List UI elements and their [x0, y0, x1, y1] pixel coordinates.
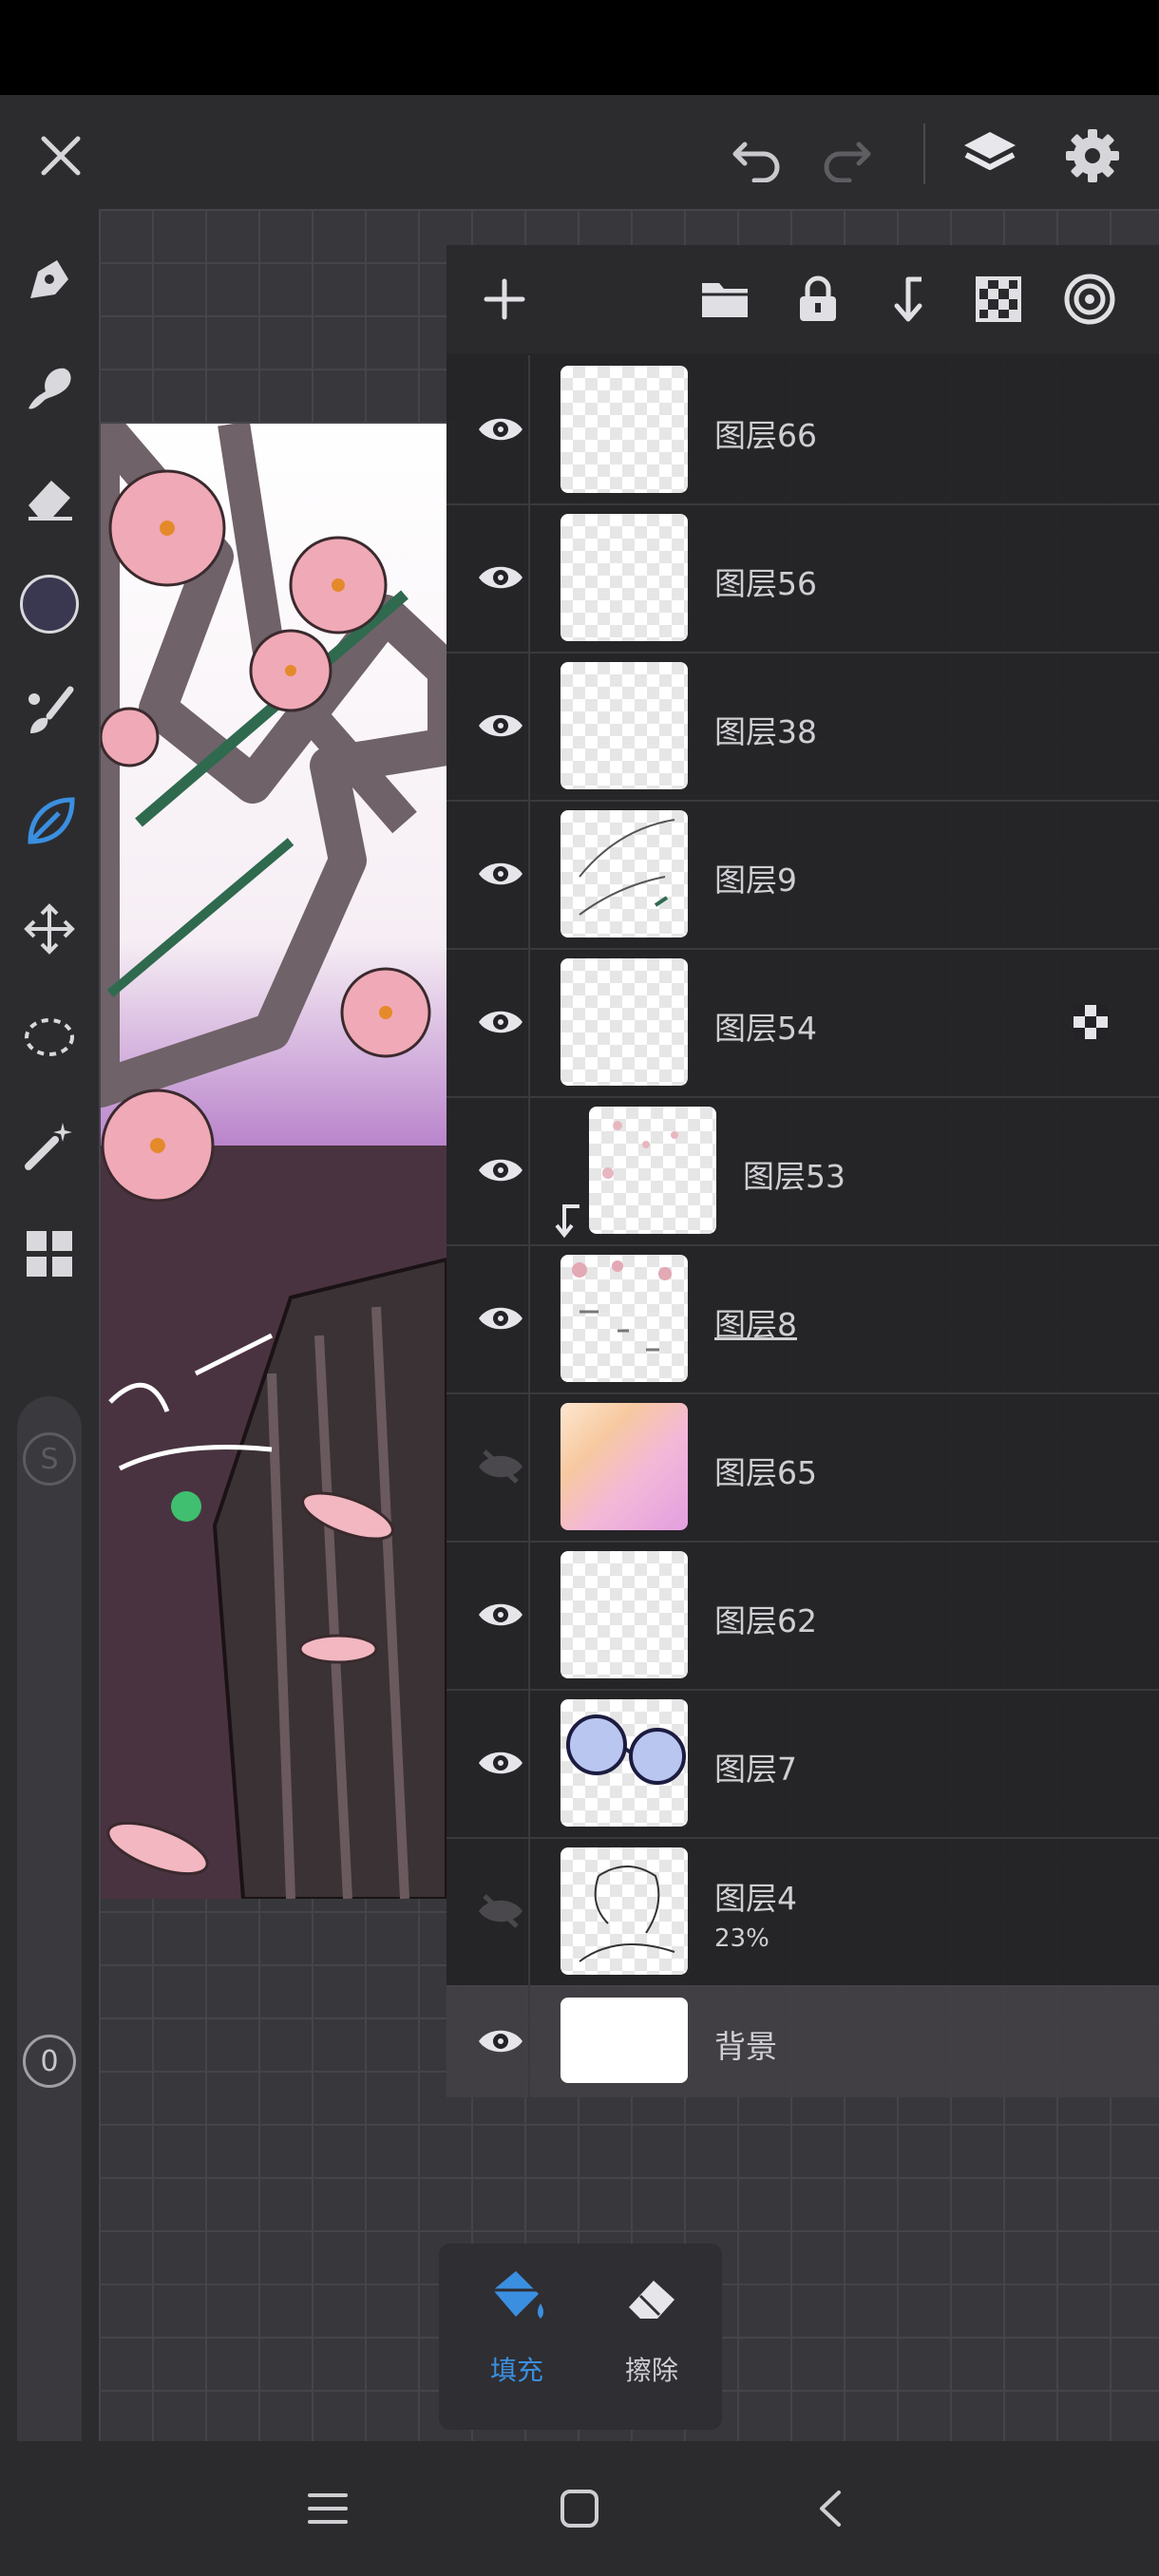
layer-thumbnail — [560, 662, 688, 789]
smudge-icon[interactable] — [13, 351, 86, 424]
lock-icon[interactable] — [785, 266, 851, 332]
opacity-slider[interactable] — [17, 1881, 82, 2511]
layer-name: 图层8 — [714, 1306, 797, 1343]
eye-icon[interactable] — [466, 542, 536, 613]
artwork-image — [101, 424, 446, 1899]
system-nav-bar — [0, 2441, 1159, 2576]
panel-column-divider — [528, 355, 530, 2097]
layer-thumbnail — [560, 1847, 688, 1975]
layers-panel-toolbar — [446, 245, 1159, 353]
eye-hidden-icon[interactable] — [466, 1876, 536, 1946]
back-icon[interactable] — [798, 2475, 864, 2542]
layer-thumbnail — [560, 1403, 688, 1530]
eye-icon[interactable] — [466, 2006, 536, 2076]
layer-thumbnail — [560, 1255, 688, 1382]
layer-name: 图层9 — [714, 862, 797, 899]
folder-icon[interactable] — [692, 266, 758, 332]
erase-label[interactable]: 擦除 — [625, 2350, 678, 2388]
layer-thumbnail — [589, 1107, 716, 1234]
layer-name: 图层66 — [714, 417, 817, 454]
eye-icon[interactable] — [466, 1283, 536, 1354]
pen-icon[interactable] — [13, 243, 86, 315]
layer-thumbnail — [560, 366, 688, 493]
size-slider-label: S — [17, 1427, 82, 1491]
opacity-slider-label: 0 — [17, 2029, 82, 2093]
lasso-icon[interactable] — [13, 1001, 86, 1073]
eraser-small-icon[interactable] — [616, 2264, 688, 2331]
layer-row[interactable]: 图层53 — [446, 1096, 1159, 1246]
layer-row[interactable]: 图层54 — [446, 948, 1159, 1098]
layer-row[interactable]: 背景 — [446, 1985, 1159, 2097]
eye-icon[interactable] — [466, 987, 536, 1057]
layer-thumbnail — [560, 958, 688, 1086]
layer-row[interactable]: 图层4 23% — [446, 1837, 1159, 1987]
alpha-lock-icon[interactable] — [1072, 1003, 1110, 1041]
eye-icon[interactable] — [466, 1580, 536, 1650]
eye-icon[interactable] — [466, 691, 536, 761]
move-icon[interactable] — [13, 893, 86, 965]
color-circle[interactable] — [13, 568, 86, 640]
layer-name: 背景 — [714, 2028, 777, 2065]
clipping-arrow-icon — [553, 1203, 583, 1241]
gear-icon[interactable] — [1053, 116, 1132, 196]
layer-name: 图层54 — [714, 1010, 817, 1047]
eye-icon[interactable] — [466, 394, 536, 464]
layers-icon[interactable] — [950, 116, 1030, 196]
undo-icon[interactable] — [716, 116, 796, 196]
leaf-icon[interactable] — [13, 785, 86, 857]
layer-row[interactable]: 图层65 — [446, 1392, 1159, 1543]
eye-icon[interactable] — [466, 1728, 536, 1798]
wand-icon[interactable] — [13, 1109, 86, 1182]
layer-row[interactable]: 图层7 — [446, 1689, 1159, 1839]
eye-icon[interactable] — [466, 839, 536, 909]
layer-row[interactable]: 图层8 — [446, 1244, 1159, 1394]
layer-thumbnail — [560, 1998, 688, 2083]
eye-icon[interactable] — [466, 1135, 536, 1205]
layer-row[interactable]: 图层62 — [446, 1541, 1159, 1691]
layer-row[interactable]: 图层38 — [446, 652, 1159, 802]
layer-name: 图层56 — [714, 565, 817, 602]
brush-icon[interactable] — [13, 676, 86, 748]
layer-opacity: 23% — [714, 1924, 770, 1953]
target-icon[interactable] — [1056, 266, 1123, 332]
merge-down-icon[interactable] — [874, 266, 940, 332]
status-bar — [0, 0, 1159, 95]
menu-icon[interactable] — [294, 2475, 361, 2542]
paint-bucket-icon[interactable] — [481, 2264, 553, 2331]
eraser-icon[interactable] — [13, 460, 86, 532]
checker-icon[interactable] — [965, 266, 1032, 332]
layer-name: 图层53 — [743, 1158, 846, 1195]
home-icon[interactable] — [546, 2475, 613, 2542]
eye-hidden-icon[interactable] — [466, 1431, 536, 1502]
layer-name: 图层4 — [714, 1880, 797, 1917]
layer-name: 图层65 — [714, 1454, 817, 1491]
fill-label[interactable]: 填充 — [490, 2350, 543, 2388]
layer-thumbnail — [560, 810, 688, 938]
close-icon[interactable] — [21, 116, 101, 196]
layer-thumbnail — [560, 1699, 688, 1827]
layer-thumbnail — [560, 1551, 688, 1678]
toolbar-divider — [923, 123, 925, 184]
left-toolbar: S 0 — [0, 209, 99, 2511]
layer-name: 图层7 — [714, 1751, 797, 1788]
layer-thumbnail — [560, 514, 688, 641]
layer-name: 图层38 — [714, 713, 817, 750]
grid-icon[interactable] — [13, 1218, 86, 1290]
redo-icon[interactable] — [808, 116, 887, 196]
fill-options-popup: 填充 擦除 — [439, 2244, 722, 2430]
add-icon[interactable] — [471, 266, 538, 332]
layer-row[interactable]: 图层56 — [446, 503, 1159, 653]
canvas-artwork[interactable] — [101, 424, 446, 1899]
top-toolbar — [0, 95, 1159, 209]
layer-row[interactable]: 图层9 — [446, 800, 1159, 950]
layer-row[interactable]: 图层66 — [446, 355, 1159, 505]
layer-name: 图层62 — [714, 1602, 817, 1639]
